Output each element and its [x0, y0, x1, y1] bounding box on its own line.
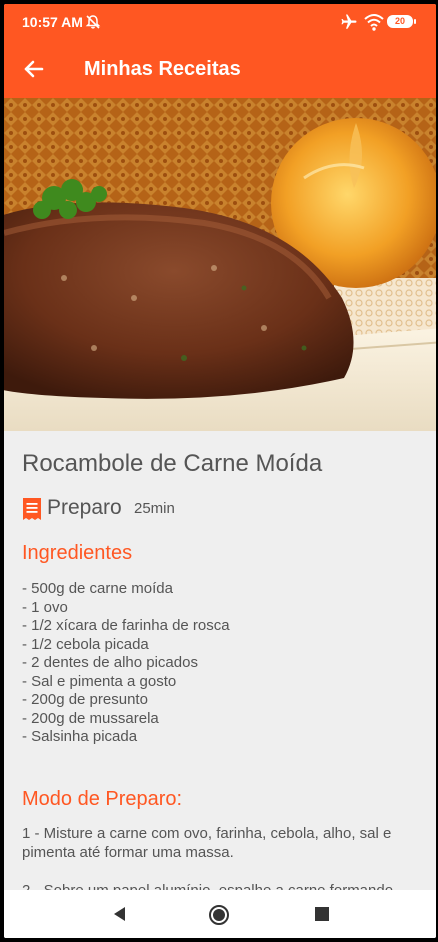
ingredient-item: - 200g de presunto — [22, 691, 148, 708]
ingredients-heading: Ingredientes — [22, 542, 133, 564]
back-triangle-icon[interactable] — [110, 904, 130, 929]
ingredient-item: - 500g de carne moída — [22, 580, 173, 597]
arrow-left-icon — [24, 60, 44, 78]
preparation-step: 1 - Misture a carne com ovo, farinha, ce… — [22, 825, 392, 861]
mute-icon — [85, 14, 101, 35]
ingredient-item: - Sal e pimenta a gosto — [22, 672, 177, 690]
back-button[interactable] — [18, 54, 48, 84]
ingredient-item: - Salsinha picada — [22, 728, 138, 745]
recipe-title: Rocambole de Carne Moída — [22, 450, 323, 477]
ingredient-item: - 1/2 cebola picada — [22, 635, 149, 653]
preparation-heading: Modo de Preparo: — [22, 788, 183, 810]
ingredient-item: - 1 ovo — [22, 598, 68, 616]
home-circle-icon[interactable] — [208, 904, 230, 931]
ingredient-item: - 200g de mussarela — [22, 709, 159, 727]
ingredients-list: - 500g de carne moída - 1 ovo - 1/2 xíca… — [22, 580, 230, 747]
page-title: Minhas Receitas — [84, 58, 241, 80]
ingredient-item: - 2 dentes de alho picados — [22, 654, 198, 671]
prep-label: Preparo — [47, 496, 122, 519]
battery-tip — [414, 19, 416, 24]
prep-info: Preparo 25min — [22, 495, 322, 523]
status-bar: 10:57 AM 20 — [4, 4, 436, 40]
ingredient-item: - 1/2 xícara de farinha de rosca — [22, 617, 230, 634]
navigation-bar — [4, 890, 436, 938]
wifi-icon — [364, 13, 384, 36]
recents-square-icon[interactable] — [312, 904, 332, 929]
prep-time: 25min — [134, 500, 175, 517]
battery-icon: 20 — [387, 15, 413, 28]
status-time: 10:57 AM — [22, 14, 83, 30]
app-screen: 10:57 AM 20 Minhas Receitas Rocambole de… — [4, 4, 436, 938]
receipt-icon — [22, 497, 42, 526]
airplane-mode-icon — [340, 13, 358, 36]
app-bar: Minhas Receitas — [4, 40, 436, 98]
recipe-image — [4, 98, 436, 431]
